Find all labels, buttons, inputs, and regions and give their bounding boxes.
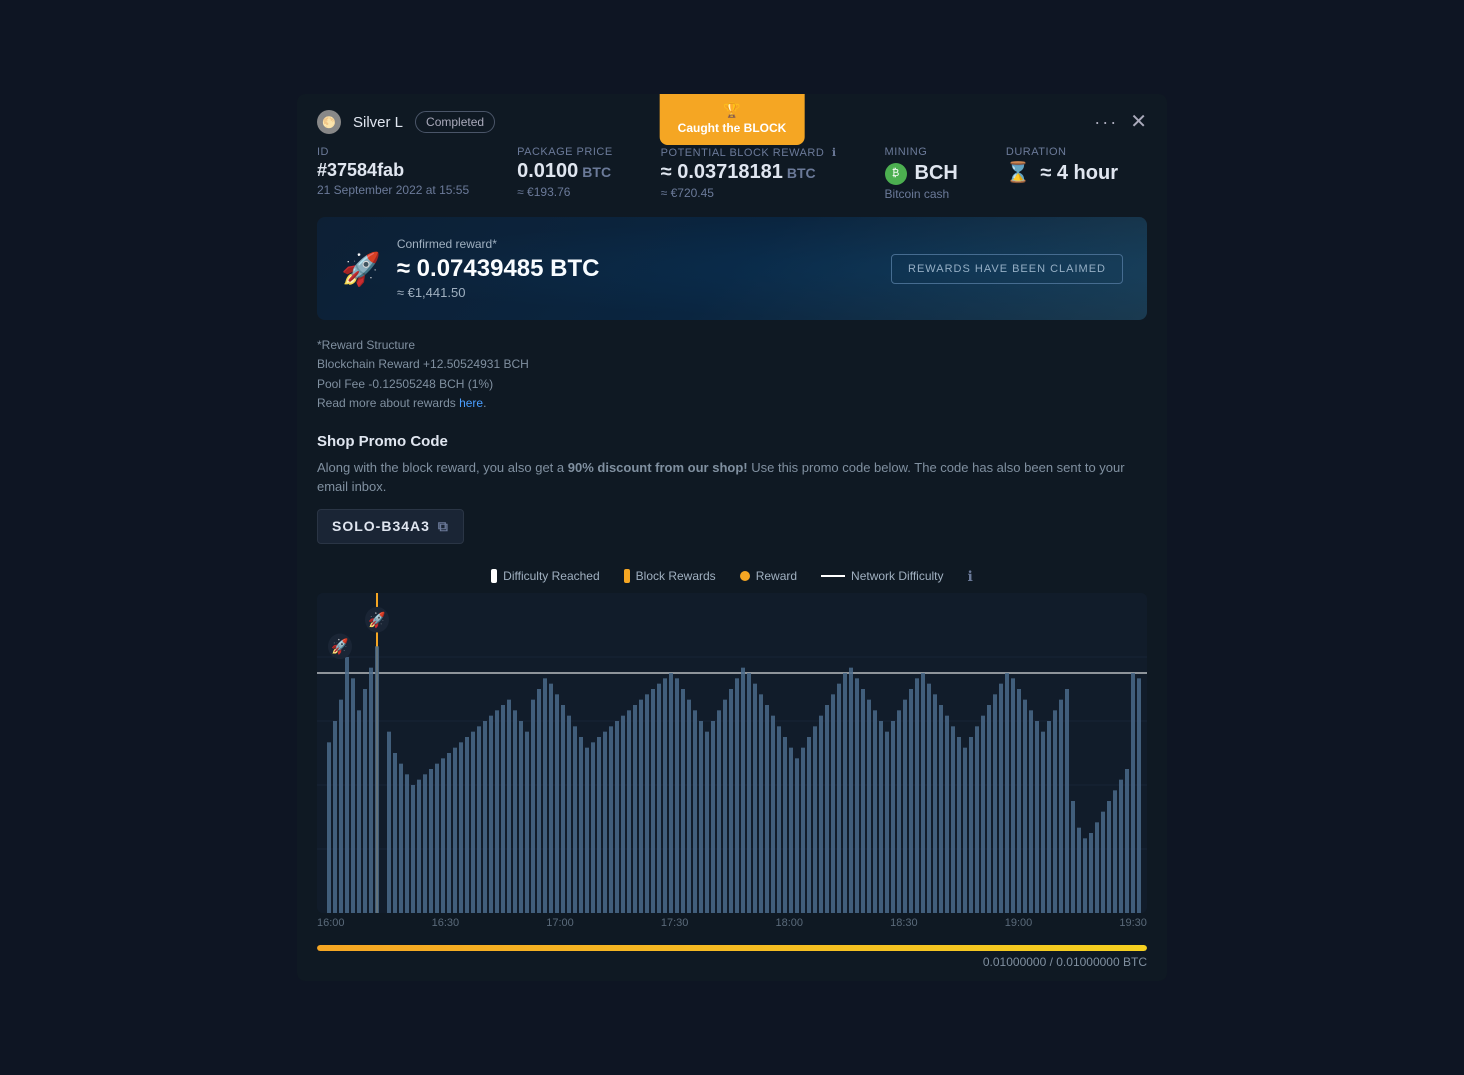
legend-block-rewards-label: Block Rewards [636, 569, 716, 583]
confirmed-euro: ≈ €1,441.50 [397, 285, 600, 300]
legend-block-rewards: Block Rewards [624, 569, 716, 583]
legend-reward: Reward [740, 569, 797, 583]
reward-structure: *Reward Structure Blockchain Reward +12.… [297, 336, 1167, 425]
legend-difficulty-reached-label: Difficulty Reached [503, 569, 600, 583]
id-label: ID [317, 146, 469, 158]
potential-reward-group: Potential Block Reward ℹ ≈ 0.03718181BTC… [661, 146, 837, 201]
x-label-1: 16:30 [432, 917, 460, 929]
id-value: #37584fab [317, 160, 469, 181]
id-date: 21 September 2022 at 15:55 [317, 183, 469, 197]
copy-icon[interactable]: ⧉ [438, 518, 449, 535]
info-icon[interactable]: ℹ [832, 147, 837, 159]
confirmed-amount: ≈ 0.07439485 BTC [397, 255, 600, 283]
x-label-2: 17:00 [546, 917, 574, 929]
promo-description: Along with the block reward, you also ge… [317, 458, 1147, 497]
confirmed-label: Confirmed reward* [397, 237, 600, 251]
legend-reward-label: Reward [756, 569, 797, 583]
svg-text:🚀: 🚀 [331, 637, 348, 656]
rocket-icon: 🚀 [341, 250, 381, 288]
trophy-icon: 🏆 [678, 102, 787, 119]
modal-info-section: ID #37584fab 21 September 2022 at 15:55 … [297, 146, 1167, 217]
reward-info: Confirmed reward* ≈ 0.07439485 BTC ≈ €1,… [397, 237, 600, 300]
promo-code-value: SOLO-B34A3 [332, 518, 430, 534]
mining-group: Mining ₿ BCH Bitcoin cash [885, 146, 958, 201]
duration-label: Duration [1006, 146, 1118, 158]
x-label-6: 19:00 [1005, 917, 1033, 929]
claimed-button[interactable]: REWARDS HAVE BEEN CLAIMED [891, 254, 1123, 284]
x-label-4: 18:00 [776, 917, 804, 929]
bch-icon: ₿ [885, 163, 907, 185]
read-more-link[interactable]: here [459, 396, 483, 410]
x-label-7: 19:30 [1119, 917, 1147, 929]
potential-reward-label: Potential Block Reward ℹ [661, 146, 837, 159]
duration-group: Duration ⌛ ≈ 4 hour [1006, 146, 1118, 201]
potential-reward-value: ≈ 0.03718181BTC [661, 161, 837, 184]
read-more: Read more about rewards here. [317, 394, 1147, 413]
hourglass-icon: ⌛ [1006, 162, 1031, 184]
svg-text:🚀: 🚀 [368, 610, 385, 629]
caught-block-badge: 🏆 Caught the BLOCK [660, 94, 805, 145]
x-label-3: 17:30 [661, 917, 689, 929]
chart-legend: Difficulty Reached Block Rewards Reward … [297, 560, 1167, 593]
modal-backdrop: 🏆 Caught the BLOCK 🌕 Silver L Completed … [0, 0, 1464, 1075]
package-price-label: Package Price [517, 146, 613, 158]
reward-structure-title: *Reward Structure [317, 336, 1147, 355]
network-difficulty-indicator [821, 575, 845, 577]
chart-svg: 🚀 🚀 [317, 593, 1147, 913]
modal-actions: ··· ✕ [1094, 112, 1147, 133]
progress-label: 0.01000000 / 0.01000000 BTC [297, 951, 1167, 981]
mining-coin: BCH [915, 162, 958, 185]
promo-section: Shop Promo Code Along with the block rew… [297, 425, 1167, 560]
pool-fee: Pool Fee -0.12505248 BCH (1%) [317, 375, 1147, 394]
id-group: ID #37584fab 21 September 2022 at 15:55 [317, 146, 469, 201]
legend-difficulty-reached: Difficulty Reached [491, 569, 600, 583]
package-price-eur: ≈ €193.76 [517, 185, 613, 199]
legend-network-difficulty-label: Network Difficulty [851, 569, 943, 583]
x-label-0: 16:00 [317, 917, 345, 929]
user-avatar: 🌕 [317, 110, 341, 134]
x-label-5: 18:30 [890, 917, 918, 929]
duration-value: ⌛ ≈ 4 hour [1006, 160, 1118, 185]
reward-left: 🚀 Confirmed reward* ≈ 0.07439485 BTC ≈ €… [341, 237, 599, 300]
promo-title: Shop Promo Code [317, 433, 1147, 450]
mining-coin-name: Bitcoin cash [885, 187, 958, 201]
modal-container: 🏆 Caught the BLOCK 🌕 Silver L Completed … [297, 94, 1167, 981]
mining-label: Mining [885, 146, 958, 158]
potential-reward-eur: ≈ €720.45 [661, 186, 837, 200]
chart-container: 🚀 🚀 [317, 593, 1147, 913]
reward-banner: 🚀 Confirmed reward* ≈ 0.07439485 BTC ≈ €… [317, 217, 1147, 320]
package-price-value: 0.0100BTC [517, 160, 613, 183]
more-options-button[interactable]: ··· [1094, 112, 1118, 133]
legend-network-difficulty: Network Difficulty [821, 569, 943, 583]
promo-code-box: SOLO-B34A3 ⧉ [317, 509, 464, 544]
blockchain-reward: Blockchain Reward +12.50524931 BCH [317, 355, 1147, 374]
package-price-group: Package Price 0.0100BTC ≈ €193.76 [517, 146, 613, 201]
modal-title-area: 🌕 Silver L Completed [317, 110, 495, 134]
chart-x-labels: 16:00 16:30 17:00 17:30 18:00 18:30 19:0… [297, 913, 1167, 937]
promo-bold-text: 90% discount from our shop! [568, 460, 748, 475]
block-rewards-indicator [624, 569, 630, 583]
user-name: Silver L [353, 114, 403, 131]
difficulty-reached-indicator [491, 569, 497, 583]
close-button[interactable]: ✕ [1130, 112, 1147, 132]
mining-row: ₿ BCH [885, 162, 958, 185]
status-badge: Completed [415, 111, 495, 133]
legend-info-icon[interactable]: ℹ [968, 568, 973, 585]
reward-indicator [740, 571, 750, 581]
